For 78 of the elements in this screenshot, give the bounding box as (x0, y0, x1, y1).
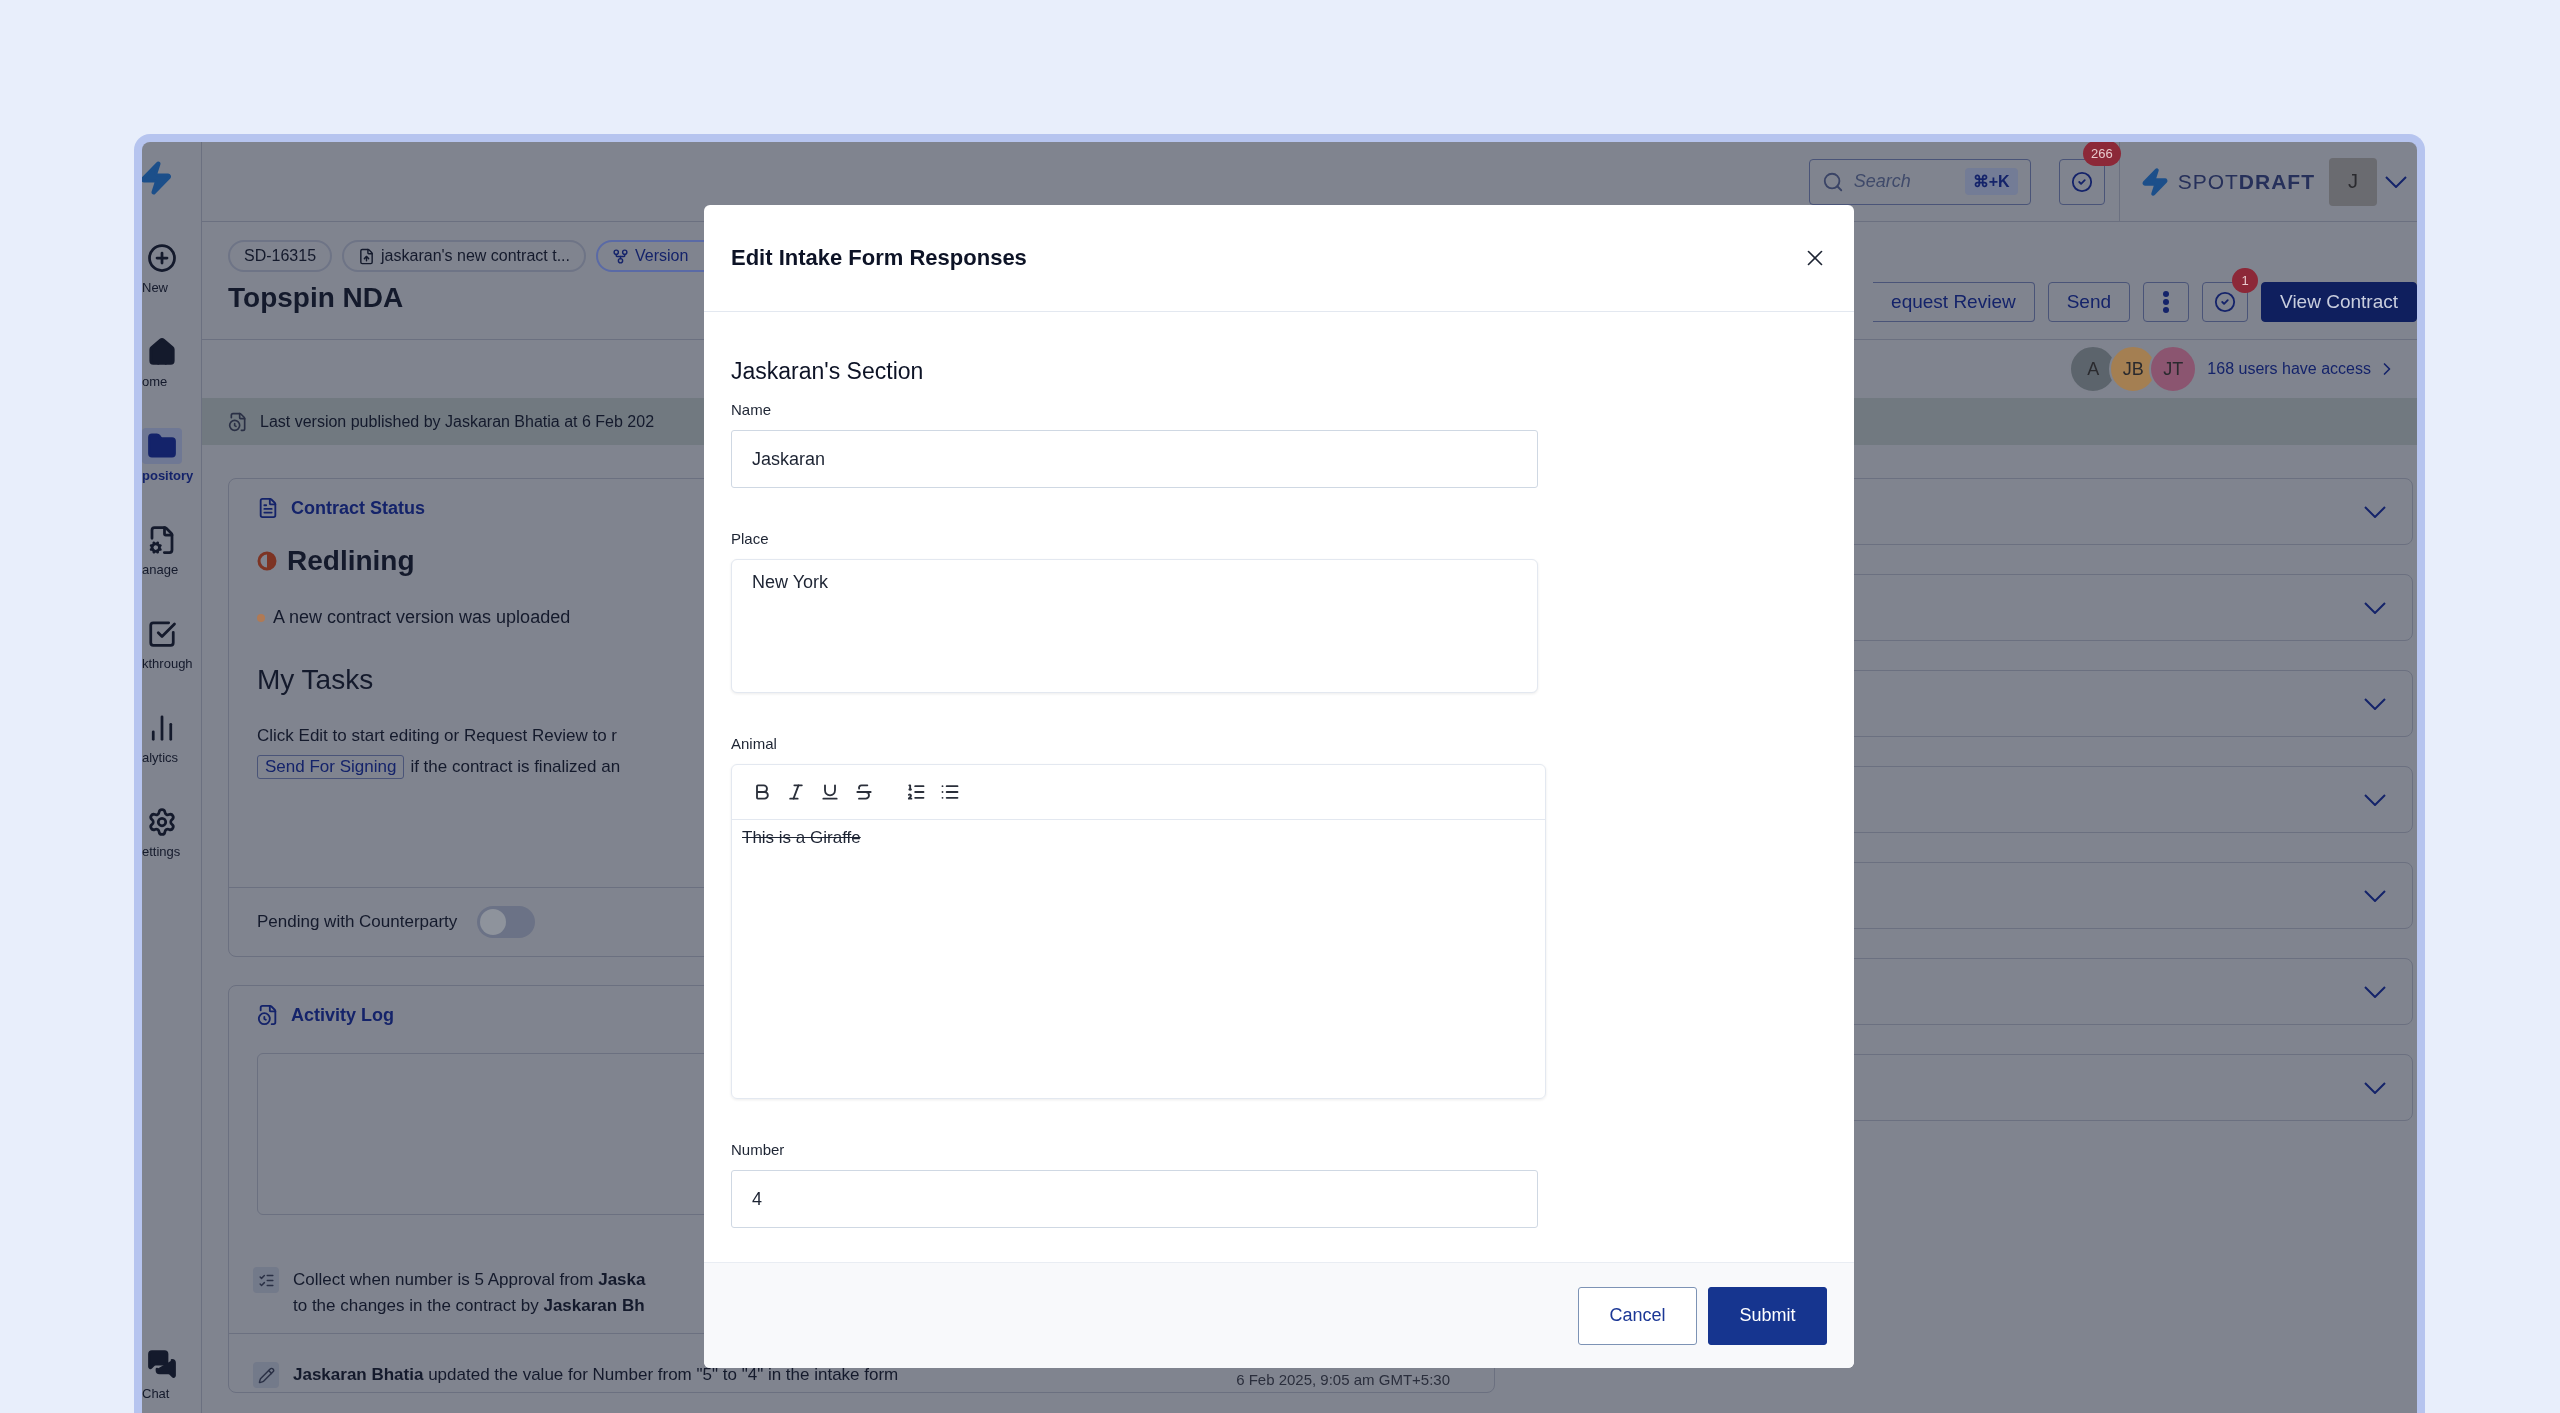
sidebar-item[interactable]: ettings (142, 804, 182, 884)
italic-icon (786, 782, 806, 802)
chevron-down-icon (2364, 601, 2386, 614)
card-title: Activity Log (291, 1004, 394, 1026)
logo-icon (142, 160, 174, 196)
section-title: Jaskaran's Section (731, 358, 925, 385)
editor-text: This is a Giraffe (741, 827, 862, 849)
document-chip[interactable]: jaskaran's new contract t... (342, 240, 586, 272)
field-label: Name (731, 401, 772, 418)
chevron-down-icon (2364, 793, 2386, 806)
user-avatar[interactable]: J (2329, 157, 2377, 206)
strikethrough-icon (854, 782, 874, 802)
plus-icon (147, 243, 177, 273)
sidebar-item[interactable]: anage (142, 522, 182, 602)
action-button[interactable]: equest Review (1873, 282, 2035, 322)
count-badge: 1 (2232, 268, 2259, 293)
field-label: Animal (731, 735, 778, 752)
document-clock-icon (228, 411, 248, 432)
contract-title: Topspin NDA (228, 282, 405, 314)
check-circle-icon (2070, 170, 2093, 193)
status-label: Redlining (287, 545, 415, 577)
underline-icon (820, 782, 840, 802)
bullet-list-icon (940, 782, 960, 802)
text-area[interactable]: New York (731, 559, 1538, 693)
input-field[interactable]: 4 (731, 1170, 1538, 1228)
brand-name: SPOTDRAFT (2177, 169, 2315, 194)
toggle-label: Pending with Counterparty (257, 912, 458, 932)
activity-entry: Jaskaran Bhatia updated the value for Number from "5" to "4" in the intake form (293, 1364, 899, 1386)
document-clock-icon (257, 1004, 279, 1026)
chevron-down-icon[interactable] (2385, 175, 2407, 188)
id-chip[interactable]: SD-16315 (228, 240, 333, 272)
chevron-down-icon (2364, 1081, 2386, 1094)
status-dot-icon (257, 613, 265, 622)
kebab-icon (2163, 291, 2170, 313)
half-circle-icon (257, 551, 277, 571)
sidebar-item[interactable]: Chat (142, 1346, 182, 1413)
search-field[interactable]: Search ⌘+K (1808, 158, 2031, 205)
chevron-down-icon (2364, 889, 2386, 902)
check-circle-icon (2214, 291, 2237, 313)
branch-icon (611, 247, 629, 265)
sidebar-item[interactable]: alytics (142, 710, 182, 790)
rich-text-editor[interactable]: This is a Giraffe (731, 764, 1546, 1099)
search-icon (1821, 170, 1844, 193)
chevron-down-icon (2364, 985, 2386, 998)
user-avatar: JT (2149, 345, 2198, 393)
settings-icon (147, 807, 177, 837)
access-link[interactable]: 168 users have access (2207, 359, 2397, 379)
chevron-down-icon (2364, 697, 2386, 710)
shortcut-hint: ⌘+K (1964, 168, 2018, 195)
send-for-signing-button[interactable]: Send For Signing (257, 755, 405, 779)
input-field[interactable]: Jaskaran (731, 430, 1538, 488)
chevron-down-icon (2364, 505, 2386, 518)
field-label: Number (731, 1141, 786, 1158)
cancel-button[interactable]: Cancel (1578, 1286, 1697, 1345)
activity-entry: Collect when number is 5 Approval from Jaska to the changes in the contract by Jaskaran Bh (293, 1269, 646, 1317)
home-icon (147, 337, 177, 367)
banner-text: Last version published by Jaskaran Bhatia at 6 Feb 202 (260, 412, 655, 431)
section-title: My Tasks (257, 664, 375, 696)
numbered-list-icon (906, 782, 926, 802)
entry-time: 6 Feb 2025, 9:05 am GMT+5:30 (1236, 1371, 1450, 1388)
document-icon (358, 247, 376, 265)
document-icon (257, 497, 279, 519)
submit-button[interactable]: Submit (1708, 1286, 1827, 1345)
count-badge: 266 (2082, 142, 2121, 166)
card-title: Contract Status (291, 497, 425, 519)
status-note: A new contract version was uploaded (273, 607, 571, 628)
sidebar-item[interactable]: pository (142, 428, 194, 508)
more-button[interactable] (2143, 282, 2190, 322)
sidebar-item[interactable]: kthrough (142, 616, 193, 696)
sidebar-item[interactable]: New (142, 240, 182, 320)
pencil-icon (257, 1366, 275, 1384)
action-button[interactable]: Send (2047, 282, 2131, 322)
pending-toggle[interactable] (477, 906, 536, 938)
view-contract-button[interactable]: View Contract (2261, 282, 2417, 322)
chat-icon (147, 1349, 177, 1379)
field-label: Place (731, 530, 770, 547)
sidebar-item[interactable]: ome (142, 334, 182, 414)
checkbox-icon (147, 619, 177, 649)
